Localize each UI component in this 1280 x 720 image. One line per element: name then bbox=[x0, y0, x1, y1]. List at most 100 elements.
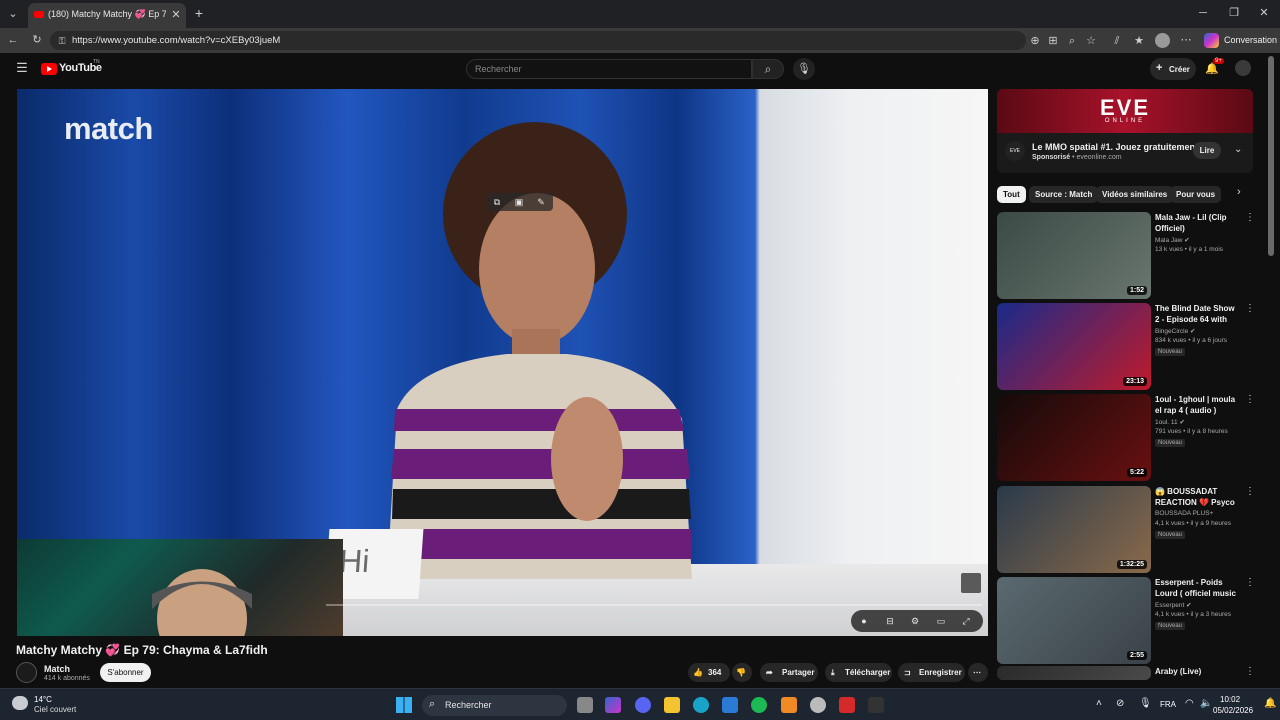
file-explorer-icon[interactable] bbox=[664, 697, 680, 713]
video-thumbnail[interactable]: 1:32:25 bbox=[997, 486, 1151, 573]
site-info-icon[interactable]: ⚿ bbox=[55, 34, 69, 48]
taskbar-search[interactable]: ⌕ Rechercher bbox=[422, 695, 567, 716]
tab-actions-icon[interactable]: ⌄ bbox=[6, 7, 20, 21]
like-button[interactable]: 👍 364 bbox=[688, 663, 730, 682]
discord-icon[interactable] bbox=[635, 697, 651, 713]
back-icon[interactable]: ← bbox=[6, 33, 20, 47]
copilot-app-icon[interactable] bbox=[605, 697, 621, 713]
network-off-icon[interactable]: ⊘ bbox=[1116, 698, 1124, 709]
ad-title[interactable]: Le MMO spatial #1. Jouez gratuitement bbox=[1032, 142, 1198, 152]
volume-icon[interactable]: 🔈 bbox=[1200, 698, 1212, 709]
more-vertical-icon[interactable]: ⋮ bbox=[1245, 577, 1255, 588]
recommendation-title[interactable]: Araby (Live) bbox=[1155, 666, 1241, 677]
chip-similar[interactable]: Vidéos similaires bbox=[1096, 186, 1174, 203]
search-input[interactable]: Rechercher bbox=[466, 59, 752, 79]
autoplay-toggle-icon[interactable]: ● bbox=[857, 614, 871, 628]
more-options-icon[interactable]: ⋯ bbox=[1179, 33, 1193, 47]
split-screen-icon[interactable]: ⫽ bbox=[1110, 34, 1124, 48]
ad-read-button[interactable]: Lire bbox=[1193, 142, 1221, 159]
recommendation-channel[interactable]: BingeCircle ✔ bbox=[1155, 327, 1196, 335]
more-actions-button[interactable]: ⋯ bbox=[968, 663, 988, 682]
more-vertical-icon[interactable]: ⋮ bbox=[1245, 486, 1255, 497]
video-thumbnail[interactable]: 23:13 bbox=[997, 303, 1151, 390]
video-thumbnail[interactable]: 5:22 bbox=[997, 394, 1151, 481]
maximize-icon[interactable]: ❐ bbox=[1227, 6, 1241, 20]
recommendation-item[interactable]: Araby (Live)Ren Sherf • Topic⋮ bbox=[997, 666, 1257, 697]
weather-description[interactable]: Ciel couvert bbox=[34, 705, 76, 714]
fullscreen-icon[interactable]: ⤢ bbox=[959, 614, 973, 628]
weather-icon[interactable] bbox=[12, 696, 28, 710]
share-button[interactable]: ➦ Partager bbox=[760, 663, 818, 682]
video-progress-bar[interactable] bbox=[326, 604, 982, 606]
ad-card[interactable]: EVE ONLINE EVE Le MMO spatial #1. Jouez … bbox=[997, 89, 1253, 173]
wifi-icon[interactable]: ◠ bbox=[1185, 698, 1194, 709]
recommendation-title[interactable]: Esserpent - Poids Lourd ( officiel music… bbox=[1155, 577, 1241, 599]
recommendation-item[interactable]: 2:55 Esserpent - Poids Lourd ( officiel m… bbox=[997, 577, 1257, 664]
scrollbar[interactable] bbox=[1268, 56, 1274, 256]
translate-icon[interactable]: ⊕ bbox=[1028, 34, 1042, 48]
chevron-right-icon[interactable]: › bbox=[1237, 186, 1241, 198]
recommendation-item[interactable]: 23:13 The Blind Date Show 2 - Episode 64 … bbox=[997, 303, 1257, 390]
recommendation-title[interactable]: The Blind Date Show 2 - Episode 64 with … bbox=[1155, 303, 1241, 325]
search-button[interactable]: ⌕ bbox=[752, 59, 784, 79]
task-view-icon[interactable] bbox=[577, 697, 593, 713]
more-vertical-icon[interactable]: ⋮ bbox=[1245, 666, 1255, 677]
channel-avatar[interactable] bbox=[16, 662, 37, 683]
ad-banner[interactable]: EVE ONLINE bbox=[997, 89, 1253, 133]
clock-time[interactable]: 10:02 bbox=[1220, 695, 1240, 704]
chip-for-you[interactable]: Pour vous bbox=[1170, 186, 1222, 203]
subtitles-icon[interactable]: ⊟ bbox=[883, 614, 897, 628]
dislike-button[interactable]: 👎 bbox=[732, 663, 752, 682]
account-avatar[interactable] bbox=[1235, 60, 1251, 76]
recommendation-item[interactable]: 1:52 Mala Jaw - Lil (Clip Officiel) Mala J… bbox=[997, 212, 1257, 299]
close-tab-icon[interactable]: ✕ bbox=[169, 8, 183, 22]
recommendation-title[interactable]: 1oul - 1ghoul | moula el rap 4 ( audio ) bbox=[1155, 394, 1241, 416]
vlc-icon[interactable] bbox=[781, 697, 797, 713]
browser-tab[interactable]: (180) Matchy Matchy 💞 Ep 79: Ch ✕ bbox=[28, 3, 186, 28]
recommendation-title[interactable]: Mala Jaw - Lil (Clip Officiel) bbox=[1155, 212, 1241, 234]
chip-source[interactable]: Source : Match bbox=[1029, 186, 1099, 203]
video-thumbnail[interactable]: 2:55 bbox=[997, 577, 1151, 664]
recommendation-channel[interactable]: 1oul. 11 ✔ bbox=[1155, 418, 1185, 426]
profile-avatar[interactable] bbox=[1155, 33, 1170, 48]
more-vertical-icon[interactable]: ⋮ bbox=[1245, 394, 1255, 405]
language-indicator[interactable]: FRA bbox=[1160, 700, 1176, 709]
store-icon[interactable] bbox=[722, 697, 738, 713]
minimize-icon[interactable]: ─ bbox=[1196, 6, 1210, 20]
create-button[interactable]: + Créer bbox=[1150, 58, 1196, 80]
recommendation-item[interactable]: 5:22 1oul - 1ghoul | moula el rap 4 ( aud… bbox=[997, 394, 1257, 481]
download-button[interactable]: ⤓ Télécharger bbox=[825, 663, 892, 682]
notifications-icon[interactable]: 🔔 bbox=[1205, 62, 1219, 76]
miniplayer-icon[interactable]: ⧉ bbox=[490, 195, 504, 209]
copilot-icon[interactable] bbox=[1204, 33, 1219, 48]
app-icon[interactable] bbox=[810, 697, 826, 713]
subscribe-button[interactable]: S'abonner bbox=[100, 663, 151, 682]
favorite-icon[interactable]: ☆ bbox=[1084, 34, 1098, 48]
chevron-down-icon[interactable]: ⌄ bbox=[1234, 144, 1242, 155]
mic-icon[interactable]: 🎙 bbox=[1139, 698, 1152, 709]
menu-icon[interactable]: ☰ bbox=[15, 61, 29, 75]
notification-center-icon[interactable]: 🔔 bbox=[1264, 698, 1276, 709]
weather-temperature[interactable]: 14°C bbox=[34, 695, 52, 704]
spotify-icon[interactable] bbox=[751, 697, 767, 713]
zoom-icon[interactable]: ⌕ bbox=[1065, 34, 1079, 48]
theater-mode-icon[interactable]: ▭ bbox=[934, 614, 948, 628]
conversation-button[interactable]: Conversation bbox=[1224, 35, 1277, 45]
hidden-icons-icon[interactable]: ˄ bbox=[1096, 698, 1102, 709]
red-app-icon[interactable] bbox=[839, 697, 855, 713]
recommendation-channel[interactable]: Esserpent ✔ bbox=[1155, 601, 1192, 609]
windows-start-icon[interactable] bbox=[396, 697, 412, 713]
chip-all[interactable]: Tout bbox=[997, 186, 1026, 203]
game-app-icon[interactable] bbox=[868, 697, 884, 713]
apps-icon[interactable]: ⊞ bbox=[1046, 34, 1060, 48]
channel-name[interactable]: Match bbox=[44, 664, 70, 674]
video-thumbnail[interactable] bbox=[997, 666, 1151, 680]
recommendation-item[interactable]: 1:32:25 😱 BOUSSADAT REACTION 💔 Psyco M - … bbox=[997, 486, 1257, 573]
close-window-icon[interactable]: ✕ bbox=[1257, 6, 1271, 20]
new-tab-icon[interactable]: + bbox=[192, 6, 206, 20]
recommendation-title[interactable]: 😱 BOUSSADAT REACTION 💔 Psyco M - ... bbox=[1155, 486, 1241, 508]
video-player[interactable]: match Hi ⧉ ▣ ✎ bbox=[17, 89, 988, 636]
picture-in-picture-icon[interactable]: ▣ bbox=[512, 195, 526, 209]
recommendation-channel[interactable]: BOUSSADA PLUS+ bbox=[1155, 510, 1213, 517]
edge-icon[interactable] bbox=[693, 697, 709, 713]
